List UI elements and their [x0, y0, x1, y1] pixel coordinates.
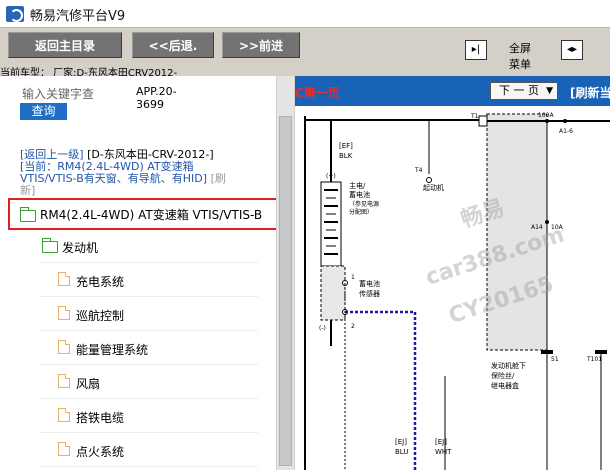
svg-text:主电/: 主电/	[349, 181, 366, 190]
tree-item-ground[interactable]: 搭铁电缆	[40, 399, 258, 433]
document-icon	[58, 340, 70, 354]
tree-item-engine[interactable]: 发动机	[40, 229, 258, 263]
document-icon	[58, 272, 70, 286]
svg-text:51: 51	[551, 356, 559, 363]
catalog-panel: 输入关键字查 查询 APP.20- 3699 [返回上一级] [D-东风本田-C…	[0, 76, 294, 470]
app-code: APP.20- 3699	[136, 85, 177, 111]
svg-text:[EJ]: [EJ]	[395, 438, 407, 446]
page-label: C第一页	[295, 86, 340, 100]
svg-text:T101: T101	[586, 356, 602, 363]
refresh-link[interactable]: [刷新当	[570, 84, 610, 101]
svg-text:2: 2	[351, 323, 355, 330]
svg-text:A1-6: A1-6	[559, 128, 573, 135]
tree-item-cruise[interactable]: 巡航控制	[40, 297, 258, 331]
svg-text:发动机舱下: 发动机舱下	[491, 361, 526, 370]
svg-text:T4: T4	[414, 167, 423, 174]
selected-model-item[interactable]: RM4(2.4L-4WD) AT变速箱 VTIS/VTIS-B	[40, 206, 262, 223]
svg-text:保险丝/: 保险丝/	[491, 371, 515, 380]
document-icon	[58, 442, 70, 456]
svg-text:BLK: BLK	[339, 152, 353, 160]
svg-text:WHT: WHT	[435, 448, 452, 456]
back-button[interactable]: <<后退.	[132, 32, 214, 58]
fullscreen-icon[interactable]: ▸|	[465, 40, 487, 60]
svg-text:T1: T1	[470, 113, 479, 120]
dropdown-arrow-icon: ▼	[546, 86, 553, 96]
scrollbar-thumb[interactable]	[279, 116, 292, 466]
svg-text:(-): (-)	[319, 325, 326, 332]
tree-item-ignition[interactable]: 点火系统	[40, 433, 258, 467]
svg-text:蓄电池: 蓄电池	[359, 279, 380, 288]
app-logo-icon	[6, 6, 24, 22]
svg-text:蓄电池: 蓄电池	[349, 190, 370, 199]
wiring-diagram: [EF] BLK (+) 主电/ 蓄电池 （参见电源 分配图） 1 蓄电池 传感…	[304, 112, 610, 470]
svg-text:（参见电源: （参见电源	[349, 200, 379, 208]
svg-text:(+): (+)	[326, 173, 336, 180]
tree-item-fan[interactable]: 风扇	[40, 365, 258, 399]
left-scrollbar[interactable]	[276, 76, 294, 470]
search-button[interactable]: 查询	[20, 103, 67, 120]
refresh-link[interactable]: [刷	[211, 172, 226, 185]
svg-text:继电器盒: 继电器盒	[491, 381, 519, 390]
folder-open-icon	[42, 238, 58, 253]
svg-text:100A: 100A	[538, 112, 554, 119]
document-icon	[58, 408, 70, 422]
home-button[interactable]: 返回主目录	[8, 32, 122, 58]
fullscreen-label: 全屏	[509, 42, 531, 55]
document-icon	[58, 374, 70, 388]
title-bar: 畅易汽修平台V9	[0, 0, 610, 28]
tree-item-charging[interactable]: 充电系统	[40, 263, 258, 297]
next-page-button[interactable]: 下 一 页 ▼	[490, 82, 558, 100]
svg-text:BLU: BLU	[395, 448, 408, 456]
document-icon	[58, 306, 70, 320]
diagram-panel: C第一页 下 一 页 ▼ [刷新当 [EF] BLK (+) 主电/ 蓄电池 （…	[295, 76, 610, 470]
search-input[interactable]: 输入关键字查	[22, 85, 94, 102]
tree-item-energy[interactable]: 能量管理系统	[40, 331, 258, 365]
split-view-icon[interactable]: ◂▸	[561, 40, 583, 60]
menu-label: 菜单	[509, 58, 531, 71]
diagram-header: C第一页 下 一 页 ▼ [刷新当	[295, 76, 610, 106]
breadcrumb-current-detail: VTIS/VTIS-B有天窗、有导航、有HID] [刷	[20, 172, 226, 185]
folder-open-icon	[20, 207, 36, 222]
svg-text:起动机: 起动机	[423, 183, 444, 192]
forward-button[interactable]: >>前进	[222, 32, 300, 58]
refresh-link-end[interactable]: 新]	[20, 184, 35, 197]
window-title: 畅易汽修平台V9	[30, 9, 126, 24]
svg-text:[EF]: [EF]	[339, 142, 353, 150]
svg-text:传感器: 传感器	[359, 289, 380, 298]
svg-text:分配图）: 分配图）	[349, 208, 373, 216]
battery-sensor	[320, 265, 346, 321]
svg-text:1: 1	[351, 274, 355, 281]
